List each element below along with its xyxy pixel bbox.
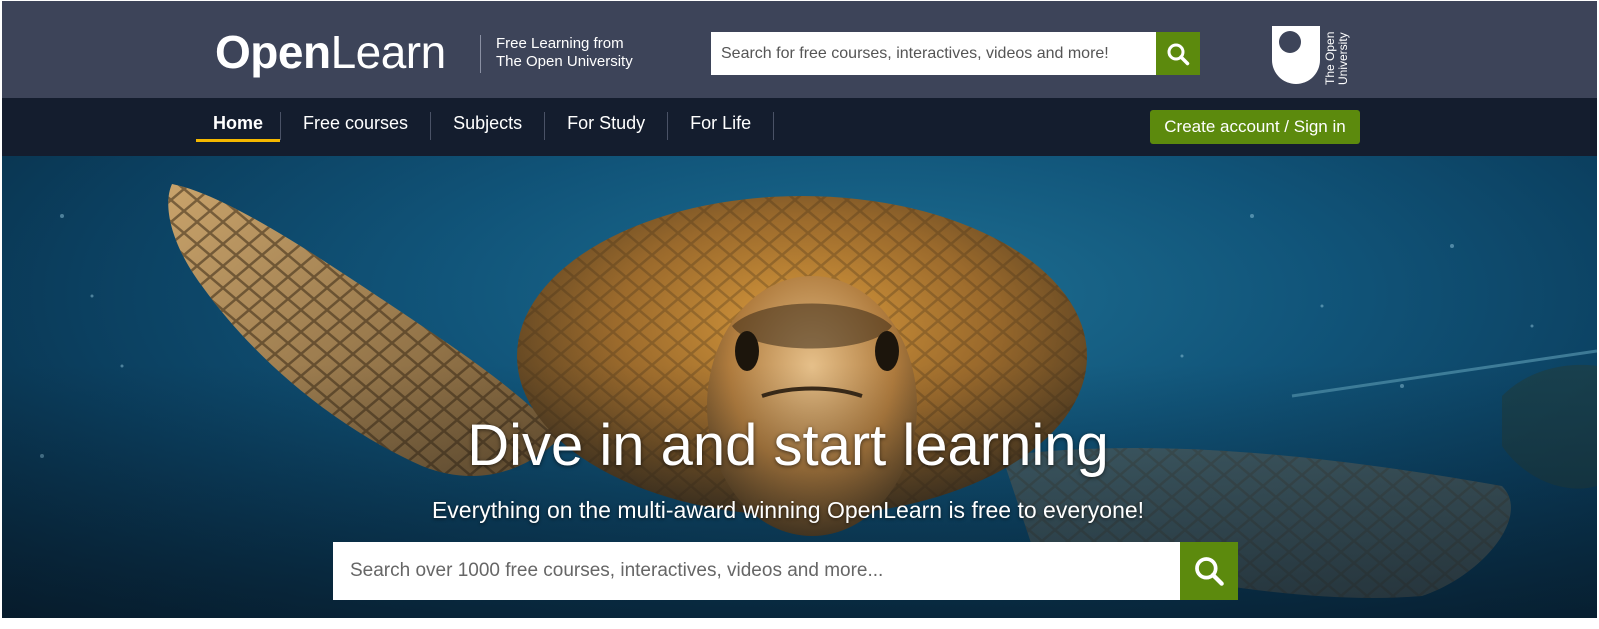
create-account-signin-button[interactable]: Create account / Sign in: [1150, 110, 1360, 144]
logo-regular-text: Learn: [330, 26, 447, 78]
tagline: Free Learning from The Open University: [496, 35, 633, 71]
nav-item-home[interactable]: Home: [196, 98, 281, 156]
hero-subtitle: Everything on the multi-award winning Op…: [431, 497, 1145, 523]
search-icon: [1167, 43, 1190, 65]
hero-search-button[interactable]: [1180, 542, 1238, 600]
nav-item-for-study[interactable]: For Study: [545, 98, 667, 156]
nav-list: Home Free courses Subjects For Study For…: [196, 98, 775, 156]
hero-title: Dive in and start learning: [467, 413, 1109, 478]
hero-search-input[interactable]: [333, 542, 1180, 600]
nav-separator: [773, 112, 775, 140]
tagline-line-1: Free Learning from: [496, 35, 624, 52]
top-bar: OpenLearn Free Learning from The Open Un…: [2, 1, 1597, 98]
header-search-input[interactable]: [711, 32, 1156, 75]
tagline-divider: [480, 35, 481, 73]
tagline-line-2: The Open University: [496, 53, 633, 70]
open-university-wordmark: The Open University: [1323, 23, 1350, 85]
nav-item-subjects[interactable]: Subjects: [431, 98, 544, 156]
hero-banner: Dive in and start learning Everything on…: [2, 156, 1597, 618]
nav-item-free-courses[interactable]: Free courses: [281, 98, 430, 156]
main-nav: Home Free courses Subjects For Study For…: [2, 98, 1597, 156]
ou-wordmark-line-2: University: [1336, 32, 1350, 85]
search-icon: [1195, 557, 1224, 586]
openlearn-logo[interactable]: OpenLearn: [215, 27, 446, 77]
page-frame: OpenLearn Free Learning from The Open Un…: [2, 1, 1597, 618]
ou-shield-icon: [1272, 26, 1320, 84]
logo-bold-text: Open: [215, 26, 331, 78]
header-search-button[interactable]: [1156, 32, 1200, 75]
nav-item-for-life[interactable]: For Life: [668, 98, 773, 156]
